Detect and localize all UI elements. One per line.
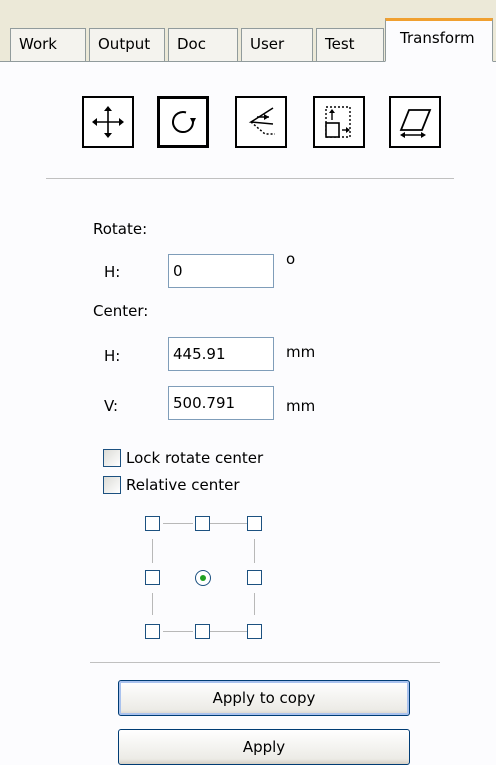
rotate-h-label: H: <box>104 263 121 281</box>
degree-unit: o <box>286 250 296 268</box>
rotate-mode-button[interactable] <box>157 96 209 148</box>
center-h-label: H: <box>104 347 121 365</box>
anchor-top-right[interactable] <box>247 516 262 531</box>
tab-user[interactable]: User <box>241 28 313 61</box>
tab-label: Transform <box>400 29 475 47</box>
anchor-bottom-left[interactable] <box>145 624 160 639</box>
skew-icon <box>399 109 432 138</box>
lock-rotate-center-checkbox[interactable] <box>103 449 121 467</box>
center-v-input[interactable] <box>168 386 274 420</box>
tab-bar: Work Output Doc User Test Transform <box>0 0 496 62</box>
tab-test[interactable]: Test <box>316 28 384 61</box>
move-mode-button[interactable] <box>82 96 134 148</box>
mirror-mode-button[interactable] <box>235 96 287 148</box>
anchor-bottom-center[interactable] <box>195 624 210 639</box>
anchor-middle-right[interactable] <box>247 570 262 585</box>
anchor-top-left[interactable] <box>145 516 160 531</box>
move-icon <box>92 106 124 138</box>
relative-center-label: Relative center <box>126 476 240 494</box>
anchor-middle-center-selected[interactable] <box>195 570 211 586</box>
divider <box>90 662 440 663</box>
tab-doc[interactable]: Doc <box>168 28 238 61</box>
center-h-unit: mm <box>286 343 316 361</box>
grid-connector <box>210 631 247 632</box>
divider <box>46 178 454 179</box>
anchor-top-center[interactable] <box>195 516 210 531</box>
grid-connector <box>254 593 255 615</box>
scale-icon <box>325 106 351 138</box>
apply-to-copy-label: Apply to copy <box>212 689 316 707</box>
tab-work[interactable]: Work <box>10 28 86 61</box>
grid-connector <box>210 523 247 524</box>
tab-label: Doc <box>177 35 206 53</box>
center-section-label: Center: <box>93 302 149 320</box>
grid-connector <box>152 539 153 563</box>
anchor-middle-left[interactable] <box>145 570 160 585</box>
grid-connector <box>163 631 193 632</box>
apply-label: Apply <box>242 738 286 756</box>
center-v-label: V: <box>104 397 119 415</box>
tab-label: Output <box>98 35 151 53</box>
tab-output[interactable]: Output <box>89 28 165 61</box>
anchor-bottom-right[interactable] <box>247 624 262 639</box>
center-v-unit: mm <box>286 397 316 415</box>
lock-rotate-center-label: Lock rotate center <box>126 449 264 467</box>
tab-transform[interactable]: Transform <box>385 18 493 62</box>
apply-button[interactable]: Apply <box>118 729 410 765</box>
relative-center-checkbox[interactable] <box>103 476 121 494</box>
tab-label: User <box>250 35 285 53</box>
rotate-angle-input[interactable] <box>168 254 274 288</box>
grid-connector <box>152 593 153 615</box>
scale-mode-button[interactable] <box>313 96 365 148</box>
skew-mode-button[interactable] <box>389 96 441 148</box>
grid-connector <box>163 523 193 524</box>
mirror-icon <box>248 107 275 135</box>
center-h-input[interactable] <box>168 337 274 371</box>
tab-label: Test <box>325 35 355 53</box>
rotate-section-label: Rotate: <box>93 220 148 238</box>
grid-connector <box>254 539 255 563</box>
tab-label: Work <box>19 35 57 53</box>
apply-to-copy-button[interactable]: Apply to copy <box>118 680 410 716</box>
rotate-icon <box>172 111 196 134</box>
